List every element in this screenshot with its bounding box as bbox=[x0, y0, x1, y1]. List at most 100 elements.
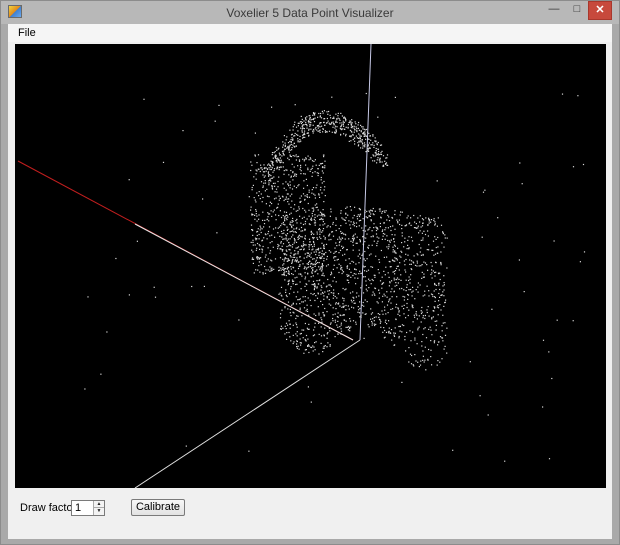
data-point bbox=[285, 189, 287, 191]
data-point bbox=[420, 265, 422, 267]
data-point bbox=[264, 182, 267, 184]
data-point bbox=[343, 125, 345, 127]
data-point bbox=[333, 257, 335, 259]
data-point bbox=[340, 128, 342, 130]
point-cloud-canvas[interactable] bbox=[15, 44, 606, 488]
data-point bbox=[264, 190, 266, 192]
data-point bbox=[287, 201, 289, 203]
data-point bbox=[284, 307, 286, 309]
data-point bbox=[405, 253, 407, 255]
data-point bbox=[302, 158, 304, 160]
data-point bbox=[318, 130, 320, 132]
data-point bbox=[398, 337, 400, 339]
data-point bbox=[293, 237, 295, 240]
data-point bbox=[342, 124, 344, 126]
data-point bbox=[328, 250, 330, 252]
data-point bbox=[253, 197, 255, 199]
data-point bbox=[309, 125, 311, 127]
data-point bbox=[287, 216, 289, 218]
menu-item-file[interactable]: File bbox=[18, 27, 36, 39]
app-window: Voxelier 5 Data Point Visualizer — □ ✕ F… bbox=[0, 0, 620, 545]
data-point bbox=[396, 277, 399, 279]
data-point bbox=[359, 307, 361, 310]
data-point bbox=[136, 240, 138, 242]
data-point bbox=[317, 209, 319, 211]
data-point bbox=[271, 152, 274, 154]
data-point bbox=[295, 322, 297, 324]
data-point bbox=[288, 174, 290, 176]
data-point bbox=[284, 142, 286, 144]
data-point bbox=[255, 249, 257, 251]
data-point bbox=[291, 236, 293, 238]
data-point bbox=[394, 250, 396, 252]
data-point bbox=[382, 155, 385, 157]
data-point bbox=[298, 206, 300, 208]
data-point bbox=[437, 314, 439, 316]
data-point bbox=[328, 239, 330, 241]
data-point bbox=[304, 130, 306, 132]
data-point bbox=[300, 230, 302, 232]
calibrate-button[interactable]: Calibrate bbox=[131, 499, 185, 516]
data-point bbox=[346, 249, 348, 251]
data-point bbox=[315, 249, 317, 251]
data-point bbox=[364, 265, 366, 268]
data-point bbox=[353, 237, 355, 239]
data-point bbox=[333, 289, 335, 291]
data-point bbox=[310, 119, 312, 121]
data-point bbox=[406, 331, 408, 334]
data-point bbox=[319, 251, 321, 253]
data-point bbox=[393, 241, 395, 243]
stepper-up-arrow-icon[interactable]: ▲ bbox=[93, 501, 104, 508]
data-point bbox=[298, 348, 300, 350]
data-point bbox=[358, 140, 360, 142]
close-button[interactable]: ✕ bbox=[588, 1, 612, 20]
data-point bbox=[191, 285, 193, 288]
data-point bbox=[340, 324, 342, 326]
data-point bbox=[296, 335, 298, 337]
data-point bbox=[331, 131, 333, 133]
data-point bbox=[252, 184, 254, 186]
data-point bbox=[251, 164, 253, 166]
point-cloud-viewport[interactable] bbox=[15, 44, 606, 488]
draw-factor-value[interactable]: 1 bbox=[75, 502, 81, 514]
data-point bbox=[283, 135, 285, 137]
data-point bbox=[300, 344, 302, 346]
data-point bbox=[314, 220, 316, 222]
data-point bbox=[414, 298, 416, 300]
maximize-button[interactable]: □ bbox=[566, 1, 588, 20]
data-point bbox=[410, 217, 412, 219]
data-point bbox=[420, 239, 422, 241]
data-point bbox=[403, 304, 405, 306]
data-point bbox=[280, 230, 283, 232]
stepper-down-arrow-icon[interactable]: ▼ bbox=[93, 508, 104, 515]
data-point bbox=[299, 249, 301, 251]
title-bar[interactable]: Voxelier 5 Data Point Visualizer — □ ✕ bbox=[1, 1, 619, 24]
draw-factor-stepper[interactable]: 1 ▲ ▼ bbox=[71, 500, 105, 516]
data-point bbox=[260, 231, 262, 234]
data-point bbox=[370, 144, 372, 146]
data-point bbox=[443, 275, 445, 277]
data-point bbox=[429, 326, 431, 328]
data-point bbox=[572, 166, 575, 168]
minimize-button[interactable]: — bbox=[542, 1, 566, 20]
data-point bbox=[350, 221, 352, 223]
data-point bbox=[392, 251, 394, 253]
data-point bbox=[351, 238, 354, 240]
data-point bbox=[352, 261, 355, 263]
data-point bbox=[371, 209, 373, 212]
data-point bbox=[336, 297, 338, 299]
data-point bbox=[290, 245, 292, 247]
data-point bbox=[367, 324, 369, 326]
data-point bbox=[338, 241, 341, 244]
data-point bbox=[262, 273, 264, 275]
data-point bbox=[373, 144, 375, 146]
data-point bbox=[275, 155, 277, 157]
data-point bbox=[353, 222, 355, 224]
data-point bbox=[347, 329, 349, 331]
data-point bbox=[262, 174, 264, 176]
data-point bbox=[324, 223, 326, 225]
data-point bbox=[291, 262, 293, 264]
data-point bbox=[272, 165, 274, 167]
data-point bbox=[343, 121, 345, 123]
data-point bbox=[263, 237, 265, 239]
